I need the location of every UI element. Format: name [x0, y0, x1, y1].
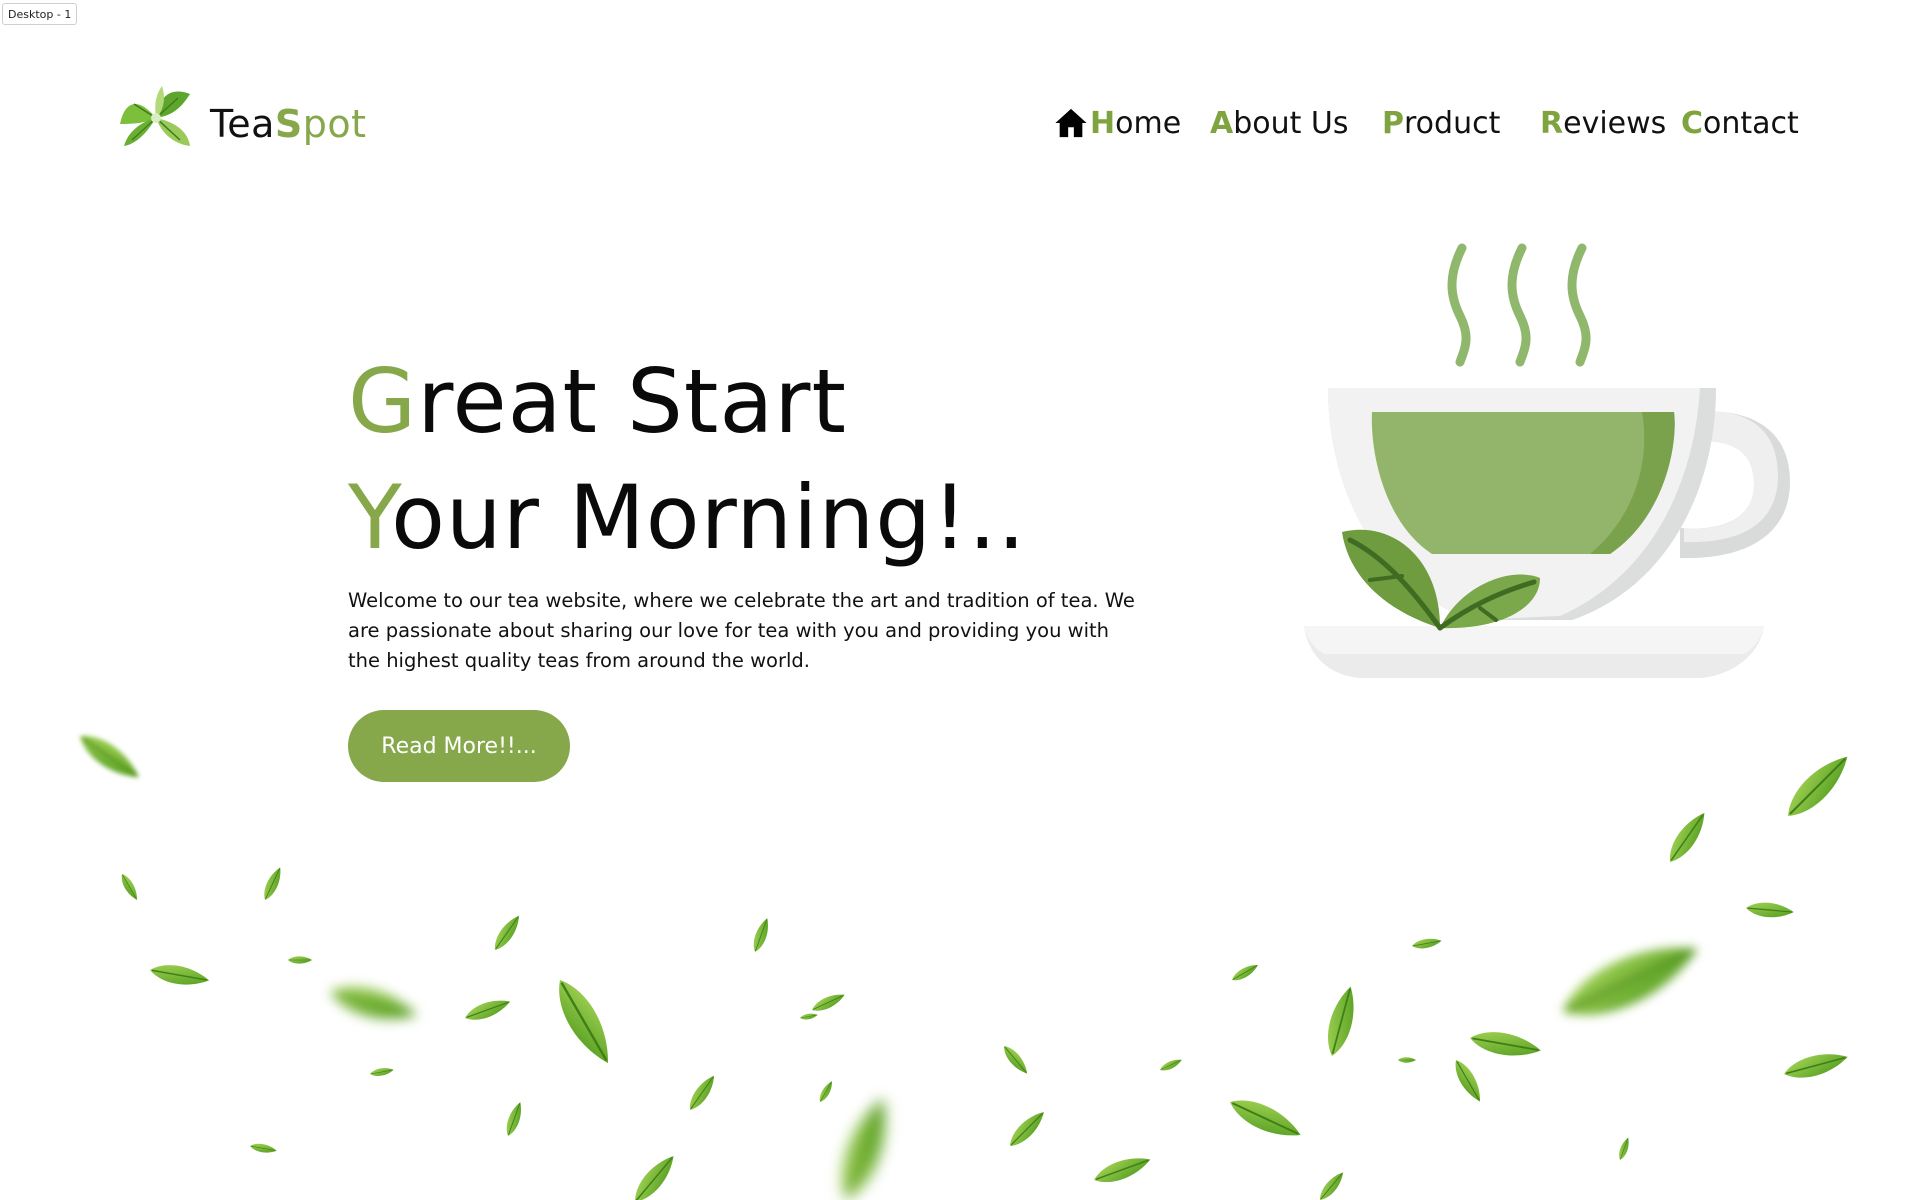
hero-line2-first-letter: Y: [348, 466, 392, 569]
nav-contact-first-letter: C: [1681, 105, 1704, 141]
nav-about-label: bout Us: [1233, 105, 1349, 141]
hero-line1-first-letter: G: [348, 350, 418, 453]
hero-line2-rest: our Morning!..: [391, 466, 1027, 569]
frame-label: Desktop - 1: [2, 3, 78, 25]
nav-item-contact[interactable]: Contact: [1681, 100, 1799, 146]
flying-leaves-icon: [72, 726, 1858, 1200]
nav-reviews-label: eviews: [1563, 105, 1667, 141]
nav-home-label: ome: [1115, 105, 1182, 141]
nav-item-about[interactable]: About Us: [1210, 100, 1349, 146]
nav-contact-label: ontact: [1703, 105, 1799, 141]
nav-about-first-letter: A: [1210, 105, 1234, 141]
nav-item-reviews[interactable]: Reviews: [1540, 100, 1666, 146]
nav-product-first-letter: P: [1382, 105, 1404, 141]
page: Desktop - 1 TeaSpot Home About Us Produc…: [0, 0, 1920, 1200]
tea-leaves-logo-icon[interactable]: [116, 84, 196, 152]
home-icon: [1055, 108, 1087, 138]
brand-name[interactable]: TeaSpot: [210, 98, 367, 150]
nav-product-label: roduct: [1404, 105, 1501, 141]
nav-home-first-letter: H: [1090, 105, 1116, 141]
nav-item-product[interactable]: Product: [1382, 100, 1500, 146]
brand-part-tea: Tea: [210, 102, 275, 146]
brand-accent-rest: pot: [302, 102, 367, 146]
nav-item-home[interactable]: Home: [1054, 100, 1181, 146]
nav-reviews-first-letter: R: [1540, 105, 1564, 141]
hero-line1-rest: reat Start: [417, 350, 847, 453]
hero-title-line1: Great Start: [348, 352, 847, 452]
brand-accent-letter: S: [274, 102, 303, 146]
hero-title-line2: Your Morning!..: [348, 468, 1026, 568]
tea-cup-icon: [1304, 243, 1790, 678]
hero-description: Welcome to our tea website, where we cel…: [348, 589, 1135, 672]
